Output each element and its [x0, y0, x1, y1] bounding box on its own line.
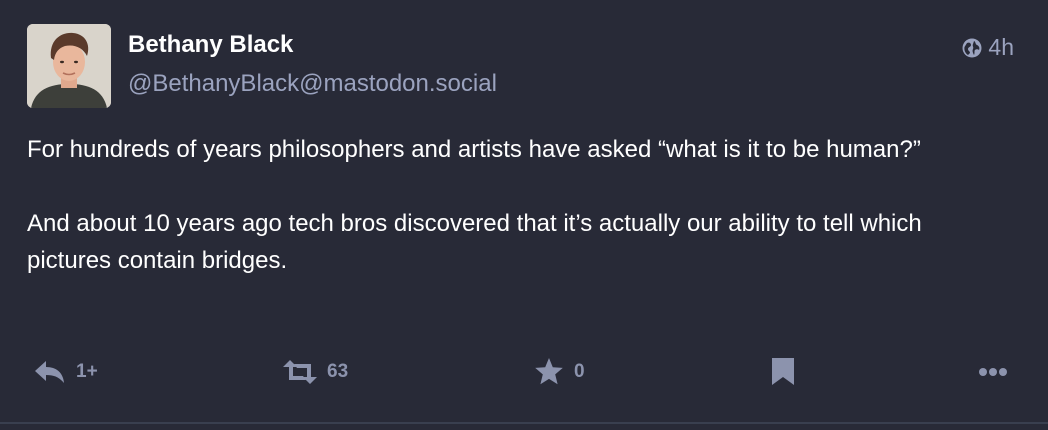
status-card[interactable]: Bethany Black @BethanyBlack@mastodon.soc…: [0, 0, 1048, 422]
divider: [0, 422, 1048, 424]
status-meta[interactable]: 4h: [962, 34, 1014, 61]
relative-timestamp[interactable]: 4h: [988, 34, 1014, 61]
boost-count: 63: [327, 361, 349, 382]
favourite-button[interactable]: 0: [534, 352, 585, 392]
status-content: For hundreds of years philosophers and a…: [27, 131, 1007, 279]
more-options-button[interactable]: [978, 352, 1008, 392]
reply-icon: [34, 359, 66, 385]
status-action-bar: 1+ 63 0: [0, 352, 1048, 392]
avatar[interactable]: [27, 24, 111, 108]
status-paragraph: For hundreds of years philosophers and a…: [27, 136, 921, 163]
ellipsis-icon: [978, 367, 1008, 377]
favourite-count: 0: [574, 361, 585, 382]
star-icon: [534, 358, 564, 386]
bookmark-icon: [770, 358, 796, 386]
status-paragraph: And about 10 years ago tech bros discove…: [27, 210, 922, 274]
boost-button[interactable]: 63: [283, 352, 348, 392]
boost-icon: [283, 360, 317, 384]
bookmark-button[interactable]: [770, 352, 796, 392]
reply-count: 1+: [76, 361, 98, 382]
reply-button[interactable]: 1+: [34, 352, 98, 392]
author-handle[interactable]: @BethanyBlack@mastodon.social: [128, 70, 497, 98]
avatar-image: [27, 24, 111, 108]
author-display-name[interactable]: Bethany Black: [128, 31, 293, 59]
globe-icon: [962, 38, 982, 58]
